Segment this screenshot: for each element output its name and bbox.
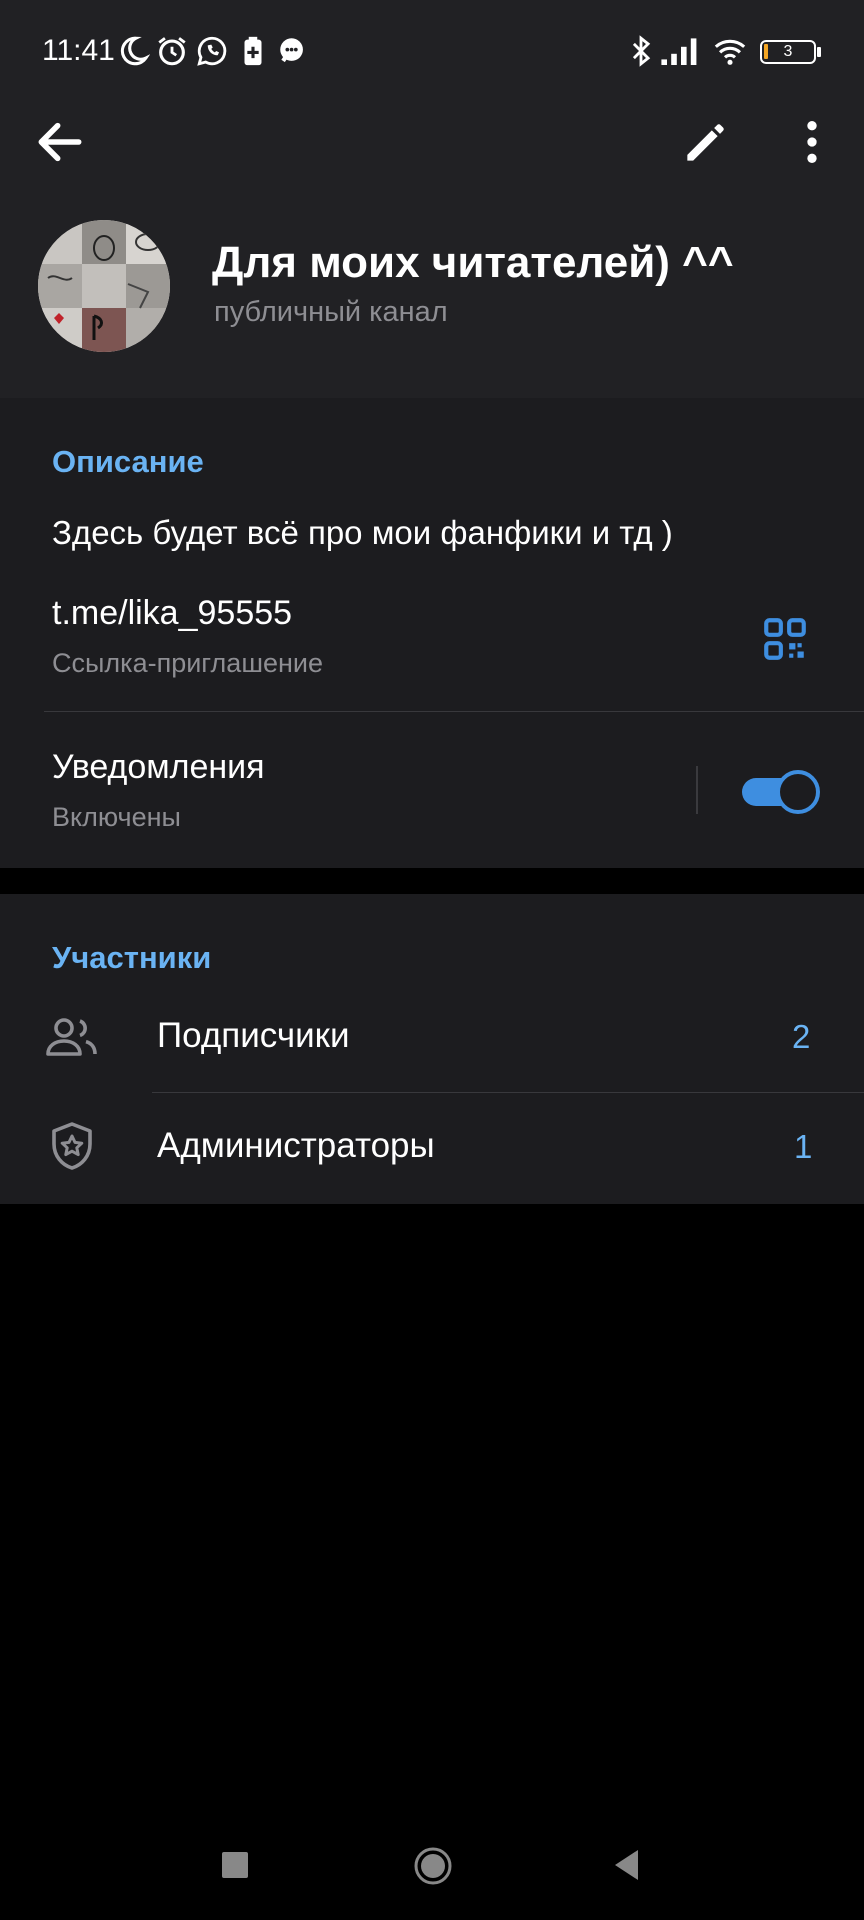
wifi-icon [714, 39, 746, 65]
toggle-thumb [776, 770, 820, 814]
subscribers-label: Подписчики [157, 1016, 350, 1055]
battery-icon: 3 [760, 40, 816, 64]
notifications-label: Уведомления [52, 748, 265, 786]
notifications-toggle[interactable] [742, 768, 820, 814]
back-button[interactable] [32, 114, 88, 170]
whatsapp-icon [197, 36, 227, 66]
pencil-icon [687, 124, 724, 161]
qr-code-icon [764, 618, 806, 660]
administrators-count: 1 [794, 1128, 813, 1165]
channel-avatar[interactable] [38, 220, 170, 352]
arrow-left-icon [38, 122, 82, 162]
subscribers-row[interactable] [0, 986, 864, 1092]
invite-link-caption: Ссылка-приглашение [52, 648, 324, 678]
avatar-image [38, 220, 170, 352]
more-vertical-icon [807, 121, 817, 163]
more-options-button[interactable] [784, 114, 840, 170]
qr-code-button[interactable] [760, 614, 810, 664]
people-icon [46, 1018, 97, 1056]
alarm-icon [158, 37, 186, 66]
notifications-row[interactable] [0, 712, 864, 868]
subscribers-count: 2 [792, 1018, 811, 1055]
battery-level: 3 [783, 43, 793, 60]
channel-title: Для моих читателей) ^^ [212, 238, 734, 287]
moon-icon [120, 36, 150, 66]
invite-link[interactable]: t.me/lika_95555 [52, 594, 292, 633]
vertical-divider [696, 766, 698, 814]
bluetooth-icon [632, 35, 651, 67]
signal-icon [661, 38, 697, 65]
notifications-status: Включены [52, 802, 181, 832]
battery-saver-icon [244, 36, 262, 66]
nav-recents-button[interactable] [222, 1852, 248, 1878]
description-heading: Описание [52, 444, 204, 479]
administrators-label: Администраторы [157, 1126, 435, 1165]
status-time: 11:41 [42, 34, 115, 67]
members-heading: Участники [52, 940, 212, 975]
nav-home-button[interactable] [413, 1846, 453, 1886]
chat-icon [280, 38, 303, 63]
description-text[interactable]: Здесь будет всё про мои фанфики и тд ) [52, 514, 673, 552]
channel-subtitle: публичный канал [214, 296, 448, 328]
nav-back-button[interactable] [612, 1848, 640, 1882]
shield-star-icon [52, 1122, 92, 1170]
edit-button[interactable] [678, 114, 734, 170]
battery-tip [817, 47, 821, 57]
